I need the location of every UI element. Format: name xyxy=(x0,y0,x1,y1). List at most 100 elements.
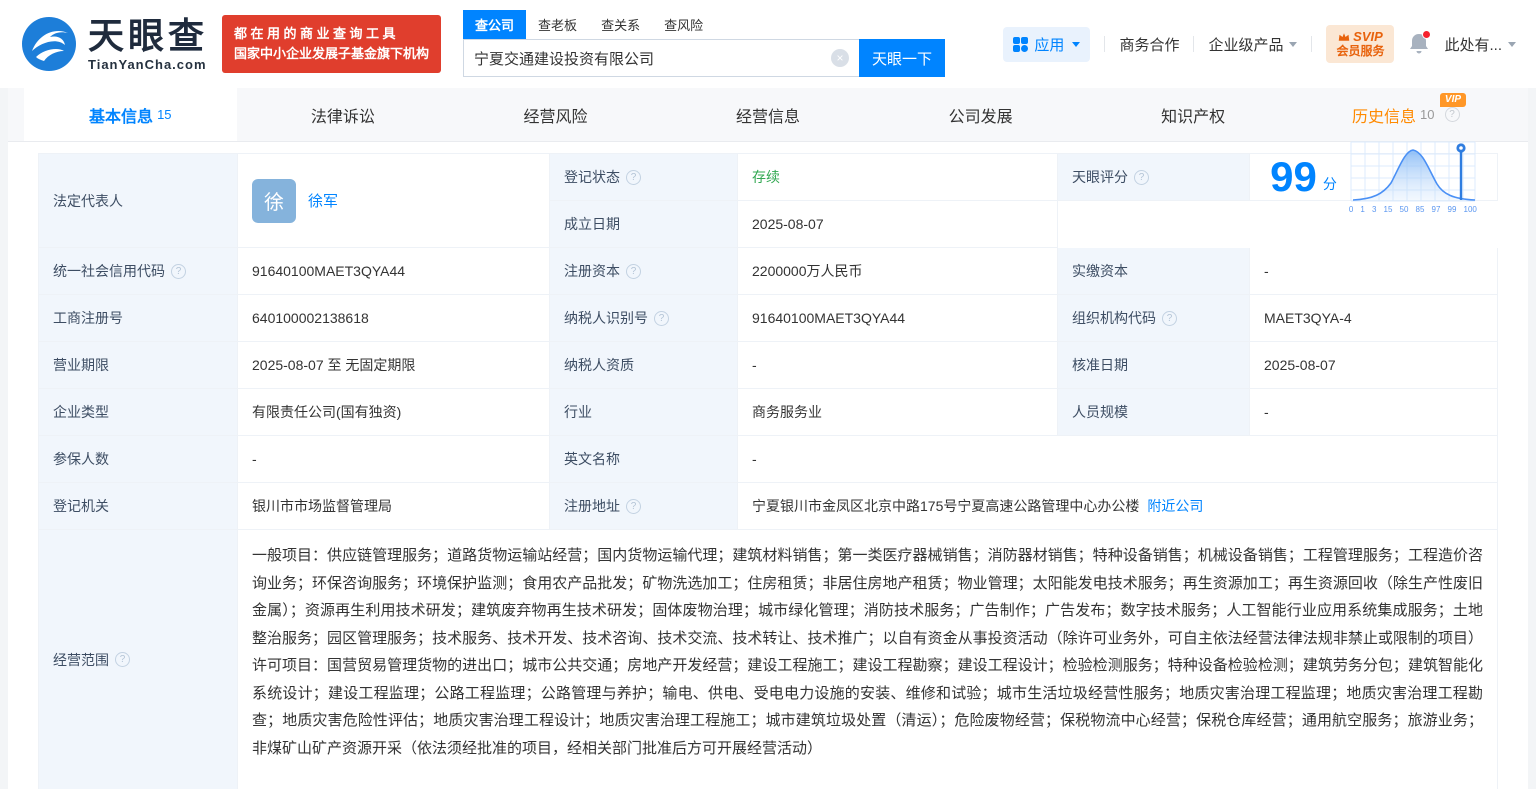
slogan-line1: 都在用的商业查询工具 xyxy=(234,26,400,41)
logo[interactable]: 天眼查 TianYanCha.com xyxy=(20,15,208,73)
tab-label: 经营信息 xyxy=(736,108,801,126)
taxpayer-qual-label-cell: 纳税人资质 xyxy=(550,342,738,389)
divider xyxy=(1193,36,1195,52)
search-tab-boss[interactable]: 查老板 xyxy=(526,10,589,39)
nearby-companies-link[interactable]: 附近公司 xyxy=(1147,496,1203,516)
field-value: 2025-08-07 至 无固定期限 xyxy=(252,357,416,373)
tab-count: 15 xyxy=(157,107,172,122)
user-menu[interactable]: 此处有... xyxy=(1444,34,1516,55)
field-label: 成立日期 xyxy=(564,216,620,232)
nav-enterprise-products[interactable]: 企业级产品 xyxy=(1208,34,1298,55)
search-tab-relation[interactable]: 查关系 xyxy=(589,10,652,39)
vip-badge: VIP xyxy=(1439,93,1467,107)
help-icon[interactable] xyxy=(1134,169,1149,185)
taxpayer-id-label-cell: 纳税人识别号 xyxy=(550,295,738,342)
tab-operation-risk[interactable]: 经营风险 xyxy=(449,88,662,141)
search-tabs: 查公司 查老板 查关系 查风险 xyxy=(463,10,945,39)
english-name-value-cell: - xyxy=(738,436,1498,483)
field-label: 行业 xyxy=(564,404,592,420)
help-icon[interactable] xyxy=(626,263,641,279)
business-term-value-cell: 2025-08-07 至 无固定期限 xyxy=(238,342,550,389)
help-icon[interactable] xyxy=(1162,310,1177,326)
org-code-value-cell: MAET3QYA-4 xyxy=(1250,295,1498,342)
field-value: 2200000万人民币 xyxy=(752,263,863,279)
field-value: 宁夏银川市金凤区北京中路175号宁夏高速公路管理中心办公楼 xyxy=(752,498,1140,514)
legal-rep-name-link[interactable]: 徐军 xyxy=(308,190,338,211)
search-button[interactable]: 天眼一下 xyxy=(859,39,946,77)
header: 天眼查 TianYanCha.com 都在用的商业查询工具 国家中小企业发展子基… xyxy=(0,0,1536,88)
field-value: 银川市市场监督管理局 xyxy=(252,498,392,514)
help-icon[interactable] xyxy=(1444,107,1460,122)
score-label-cell: 天眼评分 xyxy=(1058,154,1250,201)
taxpayer-qual-value-cell: - xyxy=(738,342,1058,389)
field-label: 工商注册号 xyxy=(53,310,123,326)
tab-history-info[interactable]: VIP 历史信息 10 xyxy=(1299,88,1512,141)
field-label: 法定代表人 xyxy=(53,192,123,209)
approval-date-label-cell: 核准日期 xyxy=(1058,342,1250,389)
svip-member-button[interactable]: SVIP 会员服务 xyxy=(1326,25,1395,63)
field-label: 参保人数 xyxy=(53,451,109,467)
brand-name: 天眼查 xyxy=(88,14,209,56)
reg-number-label-cell: 工商注册号 xyxy=(39,295,238,342)
avatar[interactable]: 徐 xyxy=(252,178,296,223)
reg-number-value-cell: 640100002138618 xyxy=(238,295,550,342)
brand-domain: TianYanCha.com xyxy=(88,56,207,72)
tab-legal-litigation[interactable]: 法律诉讼 xyxy=(237,88,450,141)
score-chart: 01 3 15 50 85 97 99 100 xyxy=(1349,140,1477,214)
tab-company-development[interactable]: 公司发展 xyxy=(874,88,1087,141)
help-icon[interactable] xyxy=(171,263,186,279)
credit-code-value-cell: 91640100MAET3QYA44 xyxy=(238,248,550,295)
insured-value-cell: - xyxy=(238,436,550,483)
reg-capital-label-cell: 注册资本 xyxy=(550,248,738,295)
field-label: 企业类型 xyxy=(53,404,109,420)
tab-intellectual-property[interactable]: 知识产权 xyxy=(1087,88,1300,141)
field-value: - xyxy=(1264,404,1269,420)
paid-capital-label-cell: 实缴资本 xyxy=(1058,248,1250,295)
notification-bell-icon[interactable] xyxy=(1408,30,1432,56)
app-grid-icon xyxy=(1013,36,1029,52)
tab-label: 基本信息 xyxy=(89,108,154,126)
slogan-line2: 国家中小企业发展子基金旗下机构 xyxy=(234,46,430,61)
tab-label: 经营风险 xyxy=(523,108,588,126)
help-icon[interactable] xyxy=(654,310,669,326)
field-value: - xyxy=(752,451,757,467)
taxpayer-id-value-cell: 91640100MAET3QYA44 xyxy=(738,295,1058,342)
help-icon[interactable] xyxy=(626,169,641,185)
apps-menu[interactable]: 应用 xyxy=(1003,26,1091,62)
field-label: 核准日期 xyxy=(1072,357,1128,373)
reg-status-value-cell: 存续 xyxy=(738,154,1058,201)
scope-label-cell: 经营范围 xyxy=(39,530,238,789)
scope-value-cell: 一般项目：供应链管理服务；道路货物运输站经营；国内货物运输代理；建筑材料销售；第… xyxy=(238,530,1498,789)
help-icon[interactable] xyxy=(115,652,130,667)
user-menu-label: 此处有... xyxy=(1444,36,1502,54)
score-value: 99 xyxy=(1270,153,1317,200)
tab-operation-info[interactable]: 经营信息 xyxy=(662,88,875,141)
field-value: 商务服务业 xyxy=(752,404,822,420)
clear-icon[interactable] xyxy=(831,49,850,67)
reg-status-label-cell: 登记状态 xyxy=(550,154,738,201)
tab-label: 历史信息 xyxy=(1352,108,1417,126)
divider xyxy=(1104,36,1106,52)
field-value: 有限责任公司(国有独资) xyxy=(252,404,402,420)
reg-authority-value-cell: 银川市市场监督管理局 xyxy=(238,483,550,530)
search-tab-company[interactable]: 查公司 xyxy=(463,10,527,39)
search-tab-risk[interactable]: 查风险 xyxy=(652,10,715,39)
tab-label: 法律诉讼 xyxy=(310,108,375,126)
company-card: 基本信息 15 法律诉讼 经营风险 经营信息 公司发展 知识产权 VIP 历史信… xyxy=(8,88,1528,789)
tab-basic-info[interactable]: 基本信息 15 xyxy=(24,88,237,141)
field-value: 2025-08-07 xyxy=(1264,357,1336,373)
english-name-label-cell: 英文名称 xyxy=(550,436,738,483)
staff-size-label-cell: 人员规模 xyxy=(1058,389,1250,436)
legal-rep-value-cell: 徐 徐军 xyxy=(238,154,550,248)
nav-cooperation[interactable]: 商务合作 xyxy=(1119,34,1179,55)
field-value: - xyxy=(752,357,757,373)
insured-label-cell: 参保人数 xyxy=(39,436,238,483)
help-icon[interactable] xyxy=(626,498,641,514)
address-value-cell: 宁夏银川市金凤区北京中路175号宁夏高速公路管理中心办公楼 附近公司 xyxy=(738,483,1498,530)
field-value: - xyxy=(252,451,257,467)
apps-label: 应用 xyxy=(1034,36,1065,54)
score-axis: 01 3 15 50 85 97 99 100 xyxy=(1348,205,1477,214)
basic-info-table: 法定代表人 徐 徐军 登记状态 存续 天眼评分 99 分 xyxy=(38,141,1498,789)
tab-label: 知识产权 xyxy=(1161,108,1226,126)
search-input[interactable] xyxy=(474,49,832,67)
